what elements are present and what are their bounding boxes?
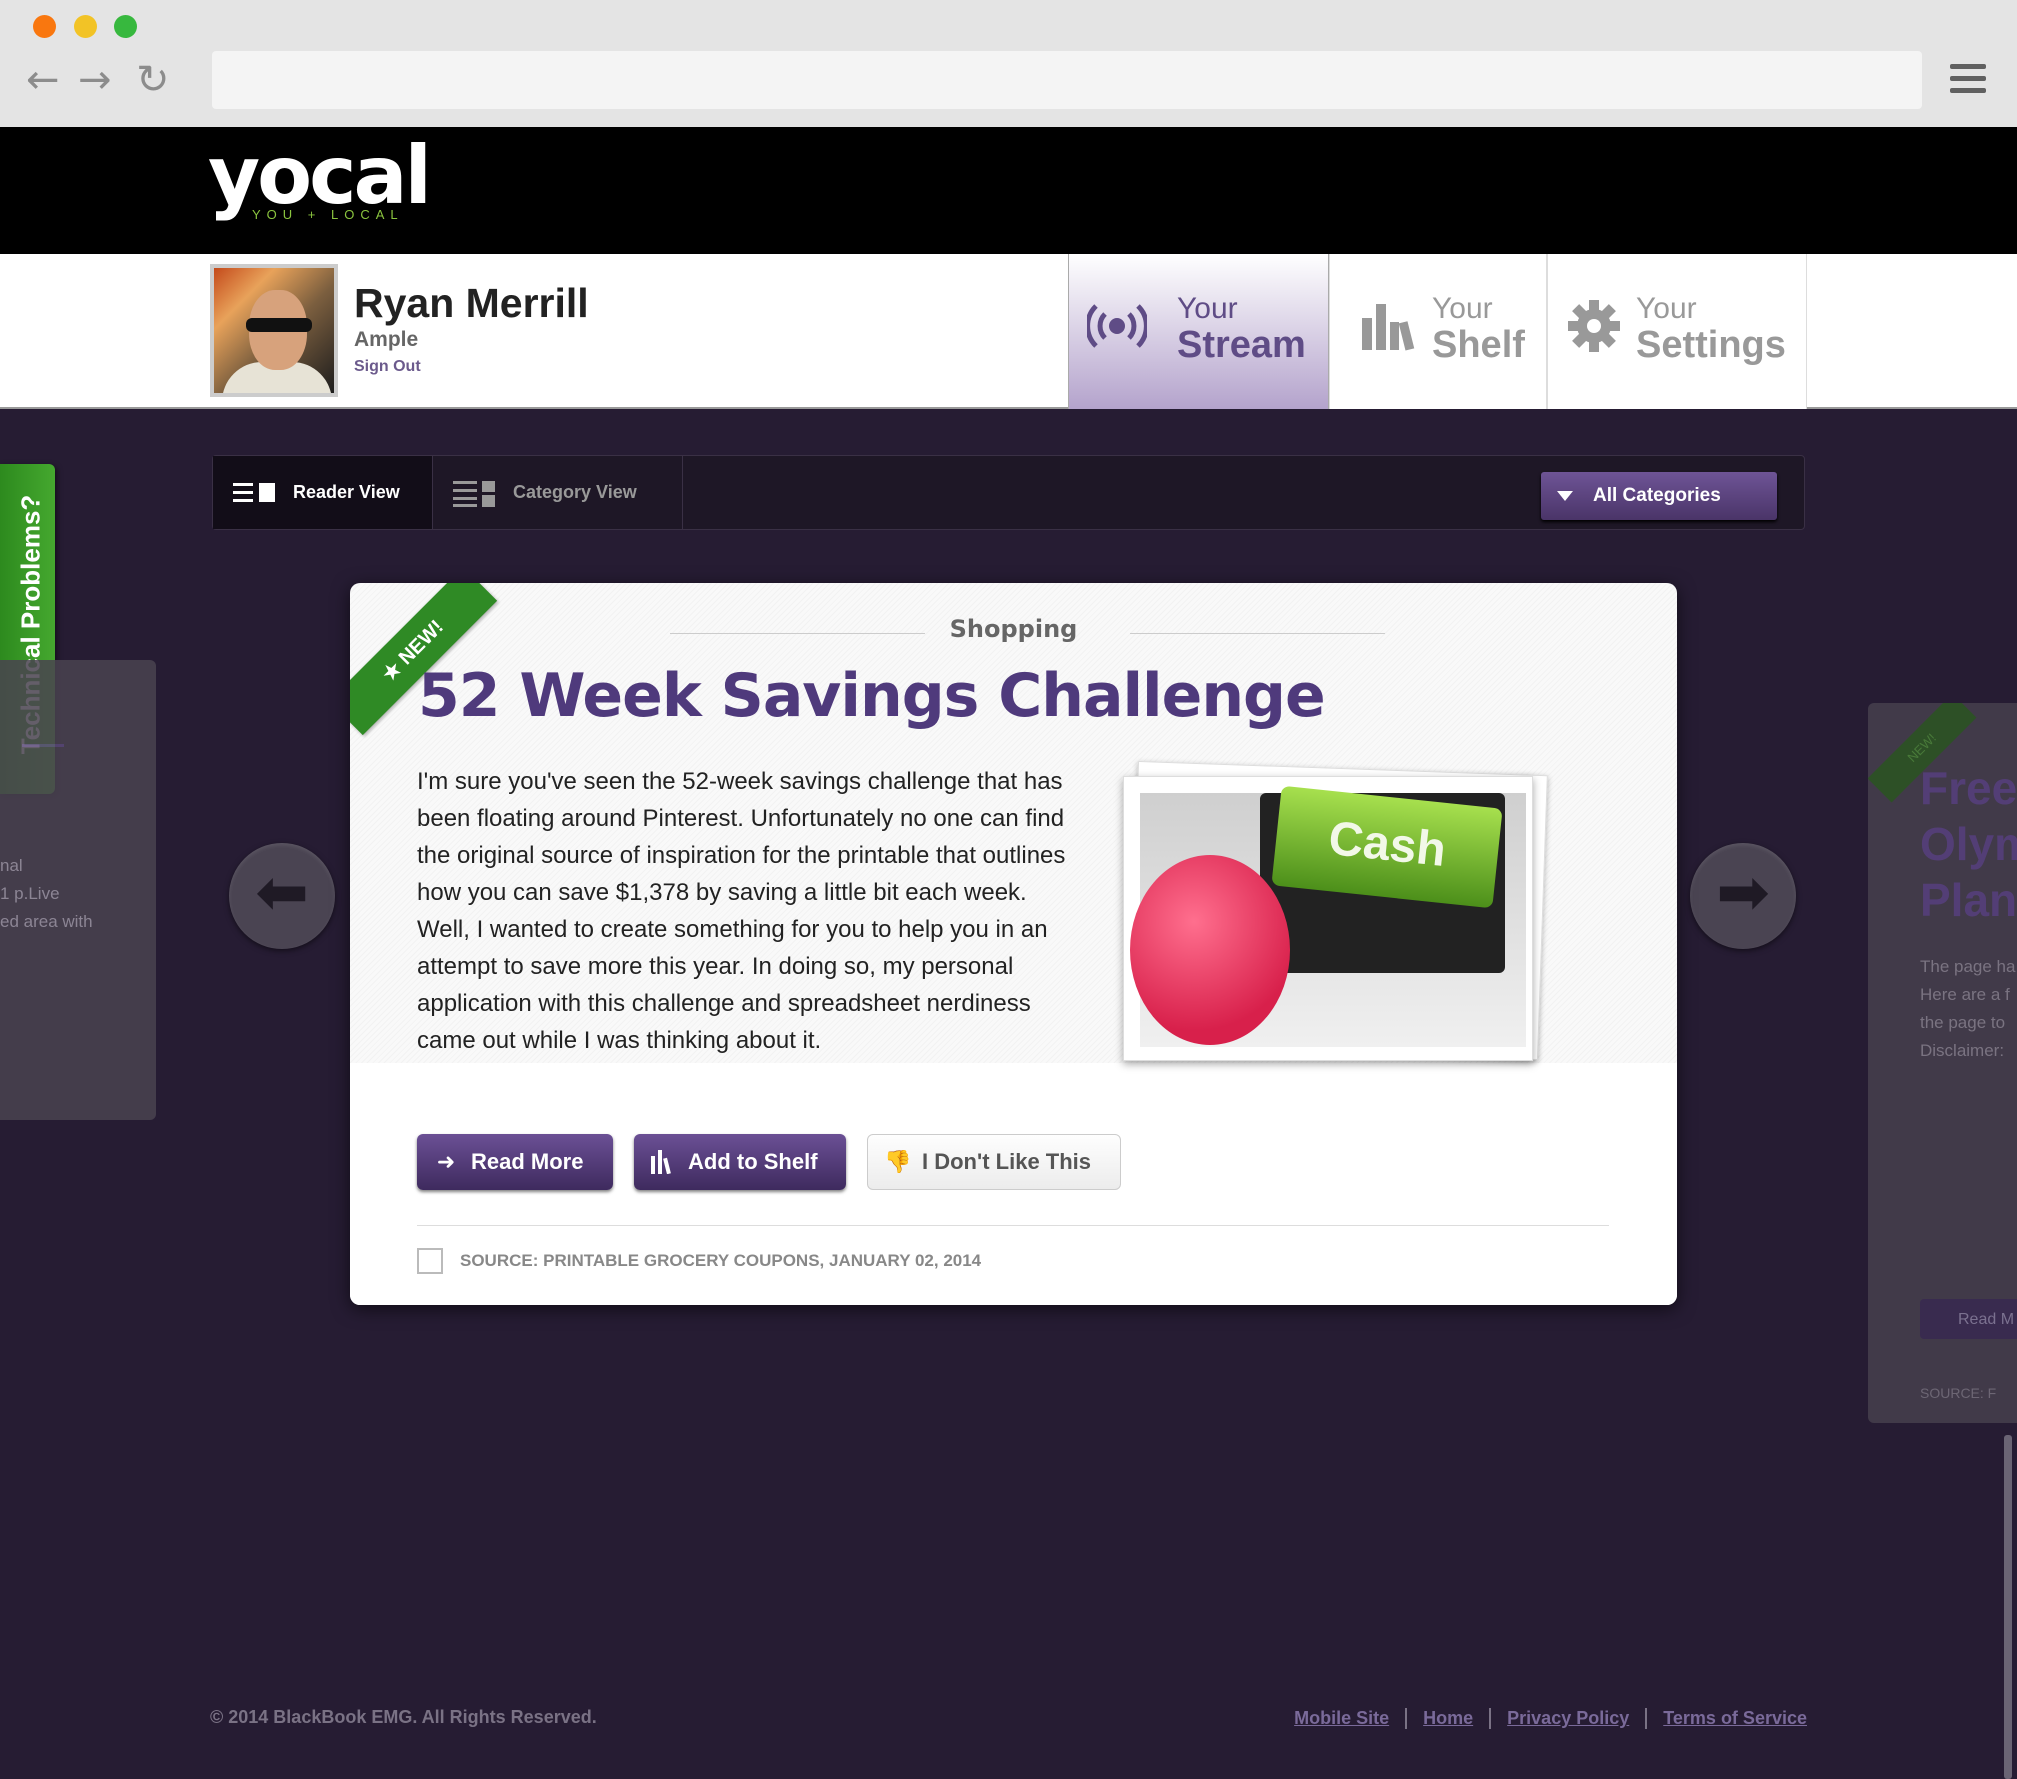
next-article-button[interactable]: ➡ bbox=[1690, 843, 1796, 949]
previous-article-button[interactable]: ⬅ bbox=[229, 843, 335, 949]
reload-icon[interactable]: ↻ bbox=[136, 55, 170, 105]
tab-stream-line2: Stream bbox=[1177, 324, 1306, 366]
avatar bbox=[210, 264, 338, 397]
tab-shelf-line1: Your bbox=[1432, 292, 1493, 325]
logo-tagline: YOU + LOCAL bbox=[252, 207, 404, 222]
tab-settings-line2: Settings bbox=[1636, 324, 1786, 366]
books-icon bbox=[651, 1150, 671, 1174]
tab-your-settings[interactable]: Your Settings bbox=[1547, 254, 1807, 409]
right-arrow-icon: ➡ bbox=[1716, 856, 1770, 930]
source-checkbox[interactable] bbox=[417, 1248, 443, 1274]
category-view-label: Category View bbox=[513, 482, 637, 502]
user-name: Ryan Merrill bbox=[354, 280, 589, 326]
arrow-right-icon: ➜ bbox=[436, 1149, 456, 1175]
divider bbox=[417, 1225, 1609, 1226]
footer-link-mobile-site[interactable]: Mobile Site bbox=[1278, 1708, 1408, 1729]
dislike-label: I Don't Like This bbox=[922, 1149, 1092, 1174]
footer-links: Mobile Site Home Privacy Policy Terms of… bbox=[1278, 1708, 1807, 1729]
article-title[interactable]: 52 Week Savings Challenge bbox=[418, 661, 1326, 731]
copyright: © 2014 BlackBook EMG. All Rights Reserve… bbox=[210, 1707, 597, 1727]
article-card: ★ NEW! Shopping 52 Week Savings Challeng… bbox=[350, 583, 1677, 1305]
category-view-icon bbox=[453, 480, 495, 507]
address-bar[interactable] bbox=[212, 51, 1922, 109]
books-icon bbox=[1362, 304, 1415, 351]
close-window-button[interactable] bbox=[33, 15, 56, 38]
gear-icon bbox=[1568, 300, 1620, 352]
page-scrollbar[interactable] bbox=[2004, 1435, 2012, 1779]
preview-read-more-button[interactable]: Read M bbox=[1920, 1299, 2017, 1339]
article-excerpt: I'm sure you've seen the 52-week savings… bbox=[417, 768, 1066, 1054]
dislike-button[interactable]: 👎 I Don't Like This bbox=[867, 1134, 1121, 1190]
preview-text-line: nal bbox=[0, 856, 23, 875]
tab-stream-line1: Your bbox=[1177, 292, 1238, 325]
piggy-bank-illustration bbox=[1130, 855, 1290, 1045]
preview-text-line: ed area with bbox=[0, 912, 93, 931]
thumbs-down-icon: 👎 bbox=[884, 1149, 912, 1175]
preview-text-line: Disclaimer: bbox=[1920, 1041, 2005, 1060]
reader-view-icon bbox=[233, 482, 275, 502]
add-to-shelf-label: Add to Shelf bbox=[688, 1149, 818, 1174]
preview-text-line: The page ha bbox=[1920, 957, 2016, 976]
add-to-shelf-button[interactable]: Add to Shelf bbox=[634, 1134, 846, 1190]
minimize-window-button[interactable] bbox=[74, 15, 97, 38]
preview-text-line: the page to bbox=[1920, 1013, 2006, 1032]
preview-text-line: Here are a f bbox=[1920, 985, 2010, 1004]
reader-view-label: Reader View bbox=[293, 482, 400, 502]
next-article-card[interactable]: NEW! Free Olym Plans The page ha Here ar… bbox=[1868, 703, 2017, 1423]
browser-chrome: ← → ↻ bbox=[0, 0, 2017, 127]
preview-text-line: 1 p.Live bbox=[0, 884, 60, 903]
tab-your-shelf[interactable]: Your Shelf bbox=[1329, 254, 1547, 409]
read-more-label: Read More bbox=[471, 1149, 584, 1174]
maximize-window-button[interactable] bbox=[114, 15, 137, 38]
tab-your-stream[interactable]: Your Stream bbox=[1068, 254, 1329, 409]
all-categories-label: All Categories bbox=[1593, 485, 1721, 506]
broadcast-icon bbox=[1087, 304, 1147, 348]
preview-title-line: Free bbox=[1920, 762, 2017, 814]
category-view-button[interactable]: Category View bbox=[433, 456, 683, 529]
left-arrow-icon: ⬅ bbox=[255, 856, 309, 930]
site-header: yocal YOU + LOCAL bbox=[0, 127, 2017, 254]
user-company: Ample bbox=[354, 328, 419, 351]
article-category: Shopping bbox=[949, 615, 1078, 643]
footer-link-terms-of-service[interactable]: Terms of Service bbox=[1647, 1708, 1807, 1729]
read-more-button[interactable]: ➜ Read More bbox=[417, 1134, 613, 1190]
tab-settings-line1: Your bbox=[1636, 292, 1697, 325]
title-underline bbox=[22, 744, 64, 747]
sign-out-link[interactable]: Sign Out bbox=[354, 358, 421, 376]
hamburger-menu-icon[interactable] bbox=[1950, 64, 1986, 100]
back-arrow-icon[interactable]: ← bbox=[26, 55, 60, 105]
article-source: SOURCE: PRINTABLE GROCERY COUPONS, JANUA… bbox=[460, 1251, 982, 1270]
article-image[interactable]: Cash bbox=[1123, 760, 1548, 1068]
preview-source: SOURCE: F bbox=[1920, 1385, 1997, 1401]
dropdown-caret-icon bbox=[1557, 491, 1573, 501]
footer-link-home[interactable]: Home bbox=[1407, 1708, 1492, 1729]
tab-shelf-line2: Shelf bbox=[1432, 324, 1525, 366]
yocal-logo[interactable]: yocal YOU + LOCAL bbox=[208, 133, 432, 223]
preview-title-line: Plans bbox=[1920, 874, 2017, 926]
all-categories-dropdown[interactable]: All Categories bbox=[1541, 472, 1777, 520]
preview-title-line: Olym bbox=[1920, 818, 2017, 870]
forward-arrow-icon[interactable]: → bbox=[78, 55, 112, 105]
footer-link-privacy-policy[interactable]: Privacy Policy bbox=[1491, 1708, 1648, 1729]
previous-article-card[interactable]: nal 1 p.Live ed area with bbox=[0, 660, 156, 1120]
reader-view-button[interactable]: Reader View bbox=[213, 456, 433, 529]
profile-bar: Ryan Merrill Ample Sign Out Your Stream … bbox=[0, 254, 2017, 409]
